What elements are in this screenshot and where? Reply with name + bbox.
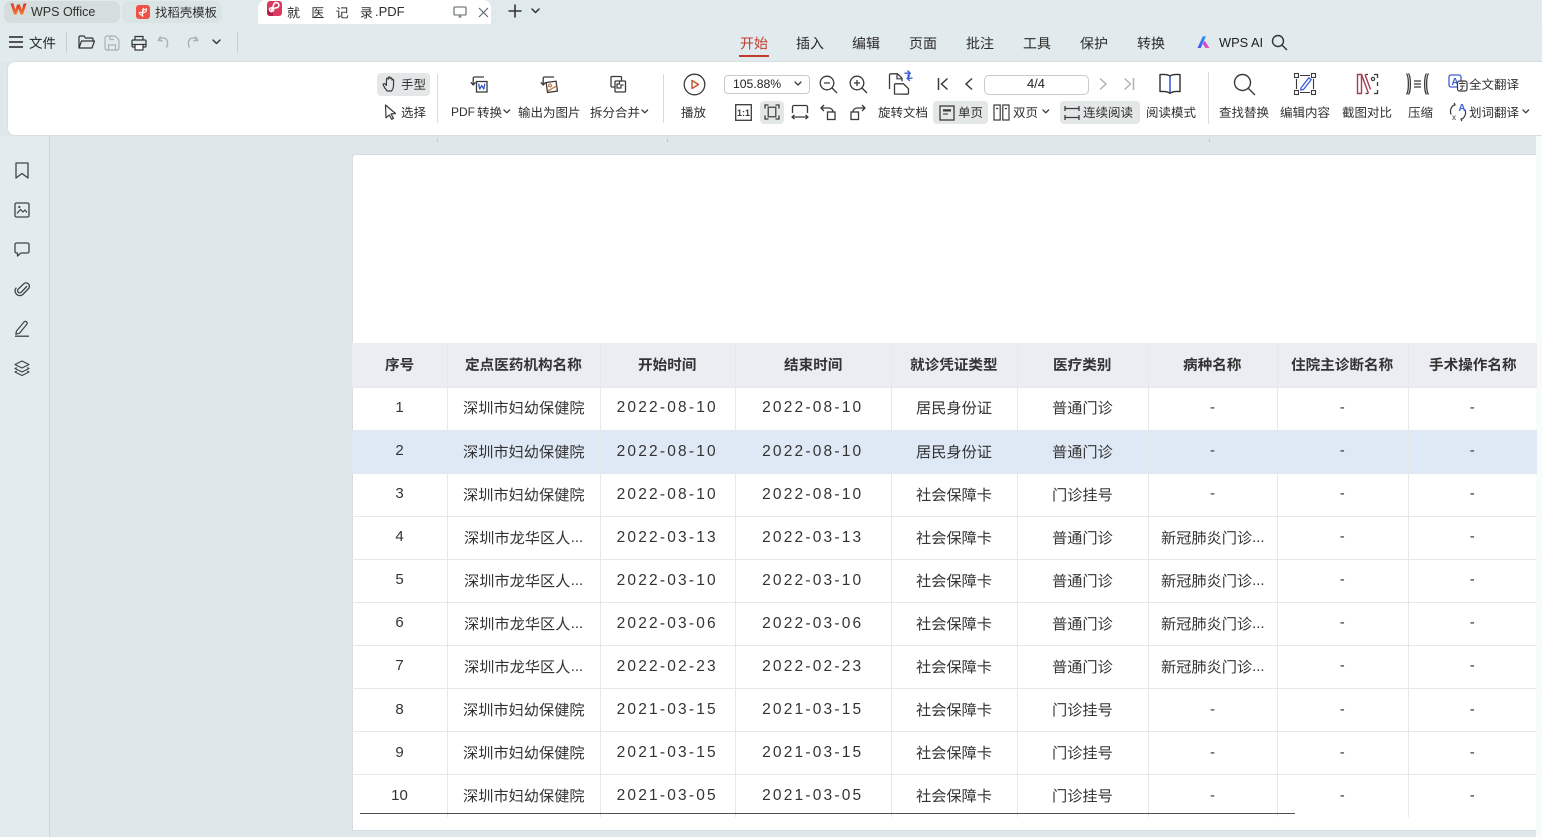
svg-text:x: x bbox=[1452, 113, 1456, 122]
svg-text:A: A bbox=[1458, 103, 1465, 114]
svg-text:1:1: 1:1 bbox=[737, 108, 750, 118]
